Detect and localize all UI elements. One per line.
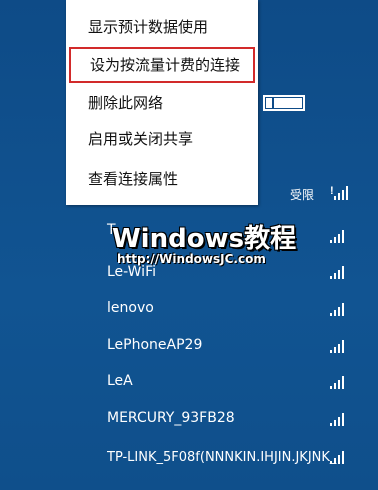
network-item-2[interactable]: lenovo	[107, 293, 357, 323]
wifi-signal-icon	[330, 340, 348, 353]
network-context-menu: 显示预计数据使用 设为按流量计费的连接 删除此网络 启用或关闭共享 查看连接属性	[66, 0, 258, 205]
wifi-signal-icon	[330, 230, 348, 243]
network-item-6[interactable]: TP-LINK_5F08f(NNNKIN.IHJIN.JKJNK_	[107, 444, 357, 472]
limited-signal-icon: !	[330, 186, 348, 200]
network-item-3[interactable]: LePhoneAP29	[107, 330, 357, 360]
menu-item-forget-network[interactable]: 删除此网络	[66, 85, 258, 121]
connection-status: 受限	[290, 188, 315, 202]
network-item-4[interactable]: LeA	[107, 366, 357, 396]
menu-item-show-estimated-data-usage[interactable]: 显示预计数据使用	[66, 9, 258, 45]
network-item-5[interactable]: MERCURY_93FB28	[107, 403, 357, 433]
wifi-signal-icon	[330, 413, 348, 426]
menu-item-view-connection-properties[interactable]: 查看连接属性	[66, 161, 258, 197]
wifi-signal-icon	[330, 303, 348, 316]
wifi-signal-icon	[330, 451, 348, 464]
airplane-mode-toggle[interactable]	[263, 95, 305, 111]
watermark-url: http://WindowsJC.com	[117, 252, 266, 266]
wifi-signal-icon	[330, 266, 348, 279]
wifi-signal-icon	[330, 376, 348, 389]
menu-item-toggle-sharing[interactable]: 启用或关闭共享	[66, 121, 258, 157]
menu-item-set-metered-connection[interactable]: 设为按流量计费的连接	[69, 47, 255, 83]
watermark-title: Windows教程	[112, 224, 297, 254]
